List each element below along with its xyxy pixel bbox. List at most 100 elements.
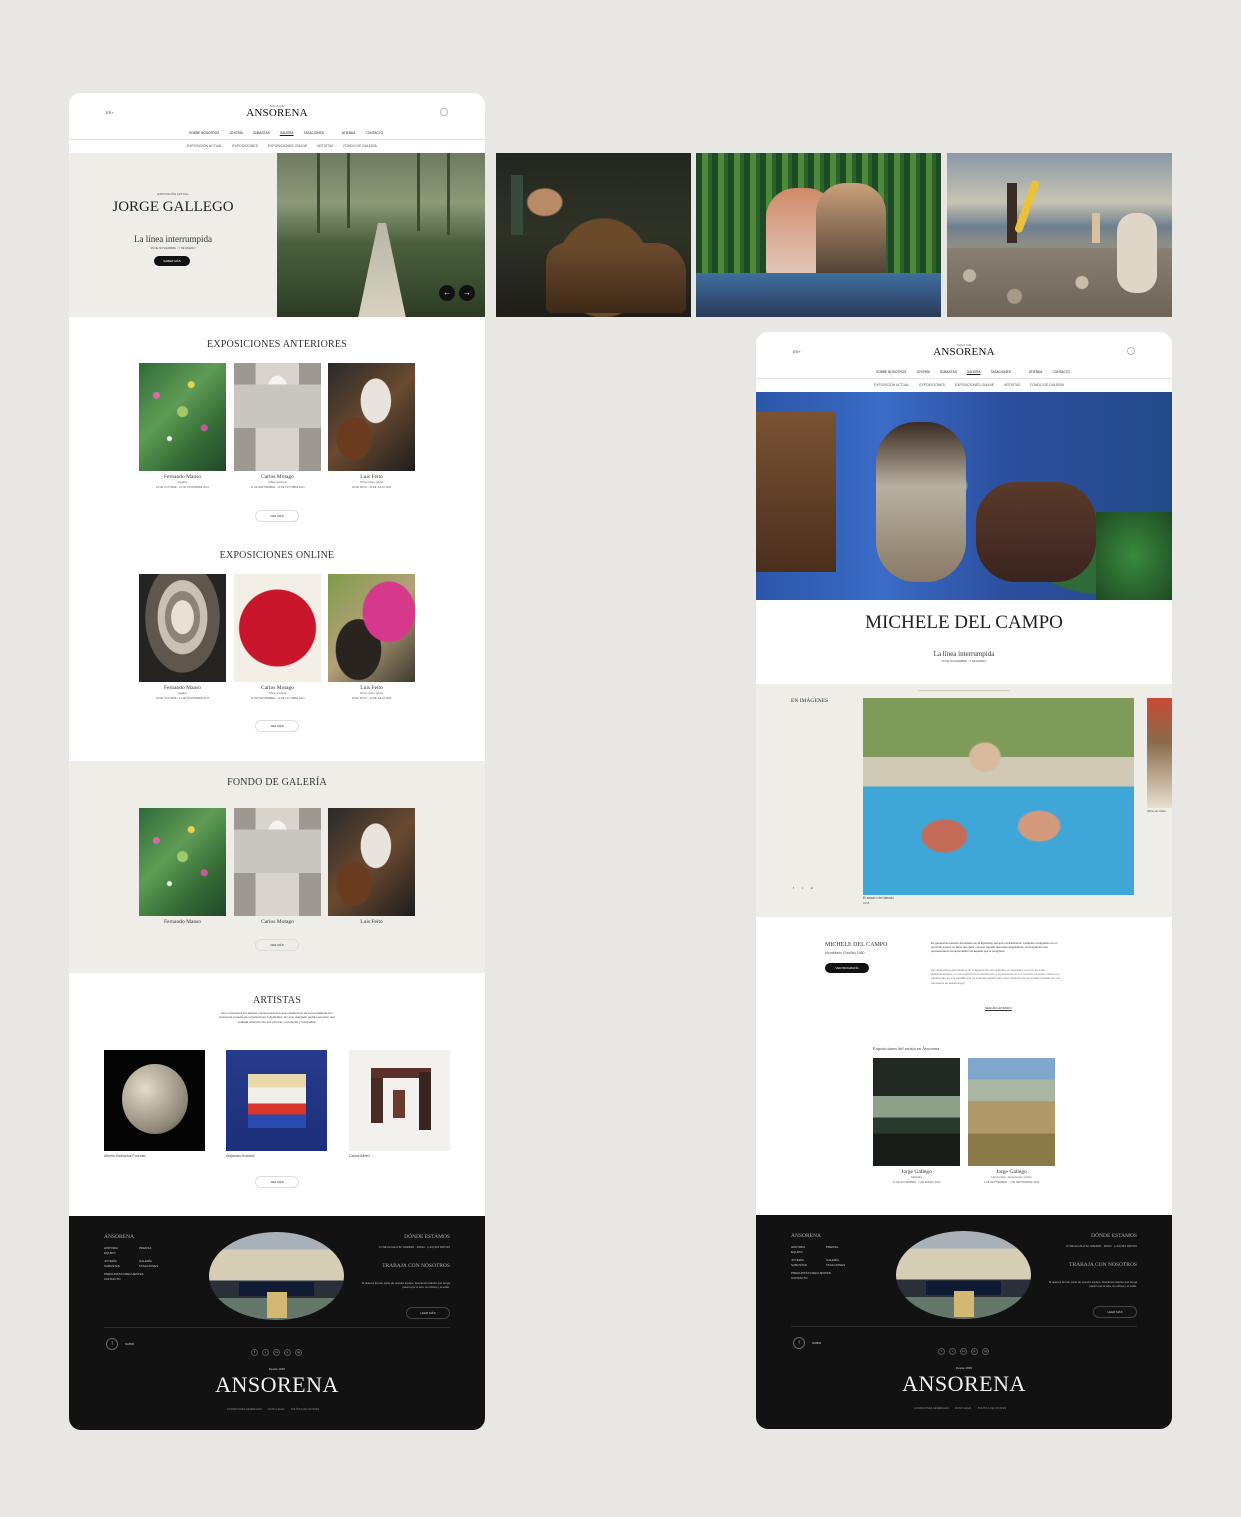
see-more-button[interactable]: VER MÁS xyxy=(255,720,299,732)
nav-item[interactable]: ATIENDA xyxy=(1029,370,1043,374)
instagram-icon[interactable]: ig xyxy=(295,1349,302,1356)
footer-link[interactable]: TASACIONES xyxy=(139,1264,158,1269)
exhibition-card[interactable]: Carlos Motago Obra reciente 12 DE SEPTIE… xyxy=(234,363,321,489)
subnav-item[interactable]: EXPOSICIONES xyxy=(919,383,945,387)
exhibition-card[interactable]: Jorge Gallego Miradas 17 DE NOVIEMBRE - … xyxy=(873,1058,960,1184)
nav-item[interactable]: CONTACTO xyxy=(365,131,383,135)
artist-image[interactable] xyxy=(349,1050,450,1151)
twitter-icon[interactable]: t xyxy=(262,1349,269,1356)
next-arrow-icon[interactable]: → xyxy=(459,285,475,301)
nav-item[interactable]: SUBASTAS xyxy=(940,370,957,374)
read-more-button[interactable]: LEER MÁS xyxy=(1093,1306,1137,1318)
gallery-card[interactable]: Luis Feito xyxy=(328,808,415,925)
legal-link[interactable]: POLÍTICA DE COOKIES xyxy=(978,1407,1007,1410)
linkedin-icon[interactable]: in xyxy=(811,886,813,890)
gallery-card[interactable]: Carlos Motago xyxy=(234,808,321,925)
facebook-icon[interactable]: f xyxy=(251,1349,258,1356)
footer-link[interactable]: PRENSA xyxy=(139,1246,158,1251)
nav-item-active[interactable]: GALERÍA xyxy=(280,131,294,135)
arrow-up-icon[interactable]: ↑ xyxy=(793,1337,805,1349)
subnav-item[interactable]: ARTISTAS xyxy=(317,144,333,148)
see-more-button[interactable]: VER MÁS xyxy=(255,939,299,951)
twitter-icon[interactable]: t xyxy=(802,886,803,890)
nav-item[interactable]: SOBRE NOSOTROS xyxy=(876,370,906,374)
up-label[interactable]: SUBIR xyxy=(125,1342,134,1346)
artist-image[interactable] xyxy=(104,1050,205,1151)
legal-link[interactable]: POLÍTICA DE COOKIES xyxy=(291,1408,320,1411)
footer-link[interactable]: SUBASTAS xyxy=(104,1264,144,1269)
nav-item[interactable]: JOYERÍA xyxy=(229,131,243,135)
arrow-up-icon[interactable]: ↑ xyxy=(106,1338,118,1350)
subnav-item[interactable]: EXPOSICIÓN ACTUAL xyxy=(187,144,222,148)
twitter-icon[interactable]: t xyxy=(949,1348,956,1355)
see-more-button[interactable]: VER MÁS xyxy=(255,1176,299,1188)
hero-title: La línea interrumpida xyxy=(134,234,212,244)
language-selector[interactable]: ES+ xyxy=(106,110,114,115)
artwork-image xyxy=(139,363,226,471)
nav-item-active[interactable]: GALERÍA xyxy=(967,370,981,374)
card-date: 18 DE MAYO - 30 DE JULIO 2023 xyxy=(351,486,392,489)
facebook-icon[interactable]: f xyxy=(938,1348,945,1355)
nav-item[interactable]: TASACIONES xyxy=(991,370,1011,374)
linkedin-icon[interactable]: in xyxy=(273,1349,280,1356)
footer-link[interactable]: SUBASTAS xyxy=(791,1263,831,1268)
footer-link[interactable]: PRENSA xyxy=(826,1245,845,1250)
see-more-button[interactable]: VER MÁS xyxy=(255,510,299,522)
pinterest-icon[interactable]: p xyxy=(284,1349,291,1356)
logo[interactable]: ANSORENA xyxy=(924,346,1004,358)
language-selector[interactable]: ES+ xyxy=(793,349,801,354)
subnav-item[interactable]: FONDO DE GALERÍA xyxy=(1030,383,1064,387)
card-sub: Agalico xyxy=(177,691,188,695)
nav-item[interactable]: ATIENDA xyxy=(342,131,356,135)
instagram-icon[interactable]: ig xyxy=(982,1348,989,1355)
nav-item[interactable]: SOBRE NOSOTROS xyxy=(189,131,219,135)
legal-link[interactable]: AVISO LEGAL xyxy=(955,1407,972,1410)
search-icon[interactable] xyxy=(440,108,448,116)
hero-button[interactable]: SABER MÁS xyxy=(154,256,190,266)
gallery-next-image[interactable] xyxy=(1147,698,1172,808)
exhibition-card[interactable]: Luis Feito Obra sobre papel 18 DE MAYO -… xyxy=(328,363,415,489)
footer-link[interactable]: TASACIONES xyxy=(826,1263,845,1268)
sub-nav: EXPOSICIÓN ACTUAL EXPOSICIONES EXPOSICIO… xyxy=(874,383,1064,387)
footer-link[interactable]: CONTACTO xyxy=(791,1276,831,1281)
footer-brand: ANSORENA xyxy=(104,1234,134,1240)
exhibition-card[interactable]: Jorge Gallego Horizontes · Exposición on… xyxy=(968,1058,1055,1184)
card-sub: Obra reciente xyxy=(268,691,287,695)
exhibition-card[interactable]: Fernando Manso Agalico 18 DE OCTUBRE - 1… xyxy=(139,363,226,489)
footer-link[interactable]: CONTACTO xyxy=(104,1277,144,1282)
nav-item[interactable]: CONTACTO xyxy=(1052,370,1070,374)
read-more-link[interactable]: SEGUIR LEYENDO xyxy=(985,1006,1012,1010)
facebook-icon[interactable]: f xyxy=(793,886,794,890)
bio-button[interactable]: VER BIOGRAFÍA xyxy=(825,963,869,973)
artist-name[interactable]: Alejandro Botubol xyxy=(226,1154,254,1158)
subnav-item[interactable]: FONDO DE GALERÍA xyxy=(343,144,377,148)
subnav-item[interactable]: ARTISTAS xyxy=(1004,383,1020,387)
subnav-item[interactable]: EXPOSICIONES ONLINE xyxy=(955,383,994,387)
footer-link[interactable]: EQUIPO xyxy=(104,1251,144,1256)
nav-item[interactable]: TASACIONES xyxy=(304,131,324,135)
nav-item[interactable]: SUBASTAS xyxy=(253,131,270,135)
artist-image[interactable] xyxy=(226,1050,327,1151)
artist-name[interactable]: Alberto Bañuelos Fournier xyxy=(104,1154,146,1158)
subnav-item[interactable]: EXPOSICIONES ONLINE xyxy=(268,144,307,148)
exhibition-card[interactable]: Fernando Manso Agalico 18 DE OCTUBRE - 1… xyxy=(139,574,226,700)
legal-link[interactable]: CONDICIONES GENERALES xyxy=(914,1407,949,1410)
up-label[interactable]: SUBIR xyxy=(812,1341,821,1345)
footer-link[interactable]: EQUIPO xyxy=(791,1250,831,1255)
search-icon[interactable] xyxy=(1127,347,1135,355)
subnav-item[interactable]: EXPOSICIÓN ACTUAL xyxy=(874,383,909,387)
pinterest-icon[interactable]: p xyxy=(971,1348,978,1355)
legal-link[interactable]: CONDICIONES GENERALES xyxy=(227,1408,262,1411)
prev-arrow-icon[interactable]: ← xyxy=(439,285,455,301)
gallery-card[interactable]: Fernando Manso xyxy=(139,808,226,925)
artist-name[interactable]: Carlos Albert xyxy=(349,1154,370,1158)
read-more-button[interactable]: LEER MÁS xyxy=(406,1307,450,1319)
nav-item[interactable]: JOYERÍA xyxy=(916,370,930,374)
gallery-main-image[interactable] xyxy=(863,698,1134,895)
exhibition-card[interactable]: Carlos Motago Obra reciente 12 DE SEPTIE… xyxy=(234,574,321,700)
linkedin-icon[interactable]: in xyxy=(960,1348,967,1355)
logo[interactable]: ANSORENA xyxy=(237,107,317,119)
legal-link[interactable]: AVISO LEGAL xyxy=(268,1408,285,1411)
exhibition-card[interactable]: Luis Feito Obra sobre papel 18 DE MAYO -… xyxy=(328,574,415,700)
subnav-item[interactable]: EXPOSICIONES xyxy=(232,144,258,148)
